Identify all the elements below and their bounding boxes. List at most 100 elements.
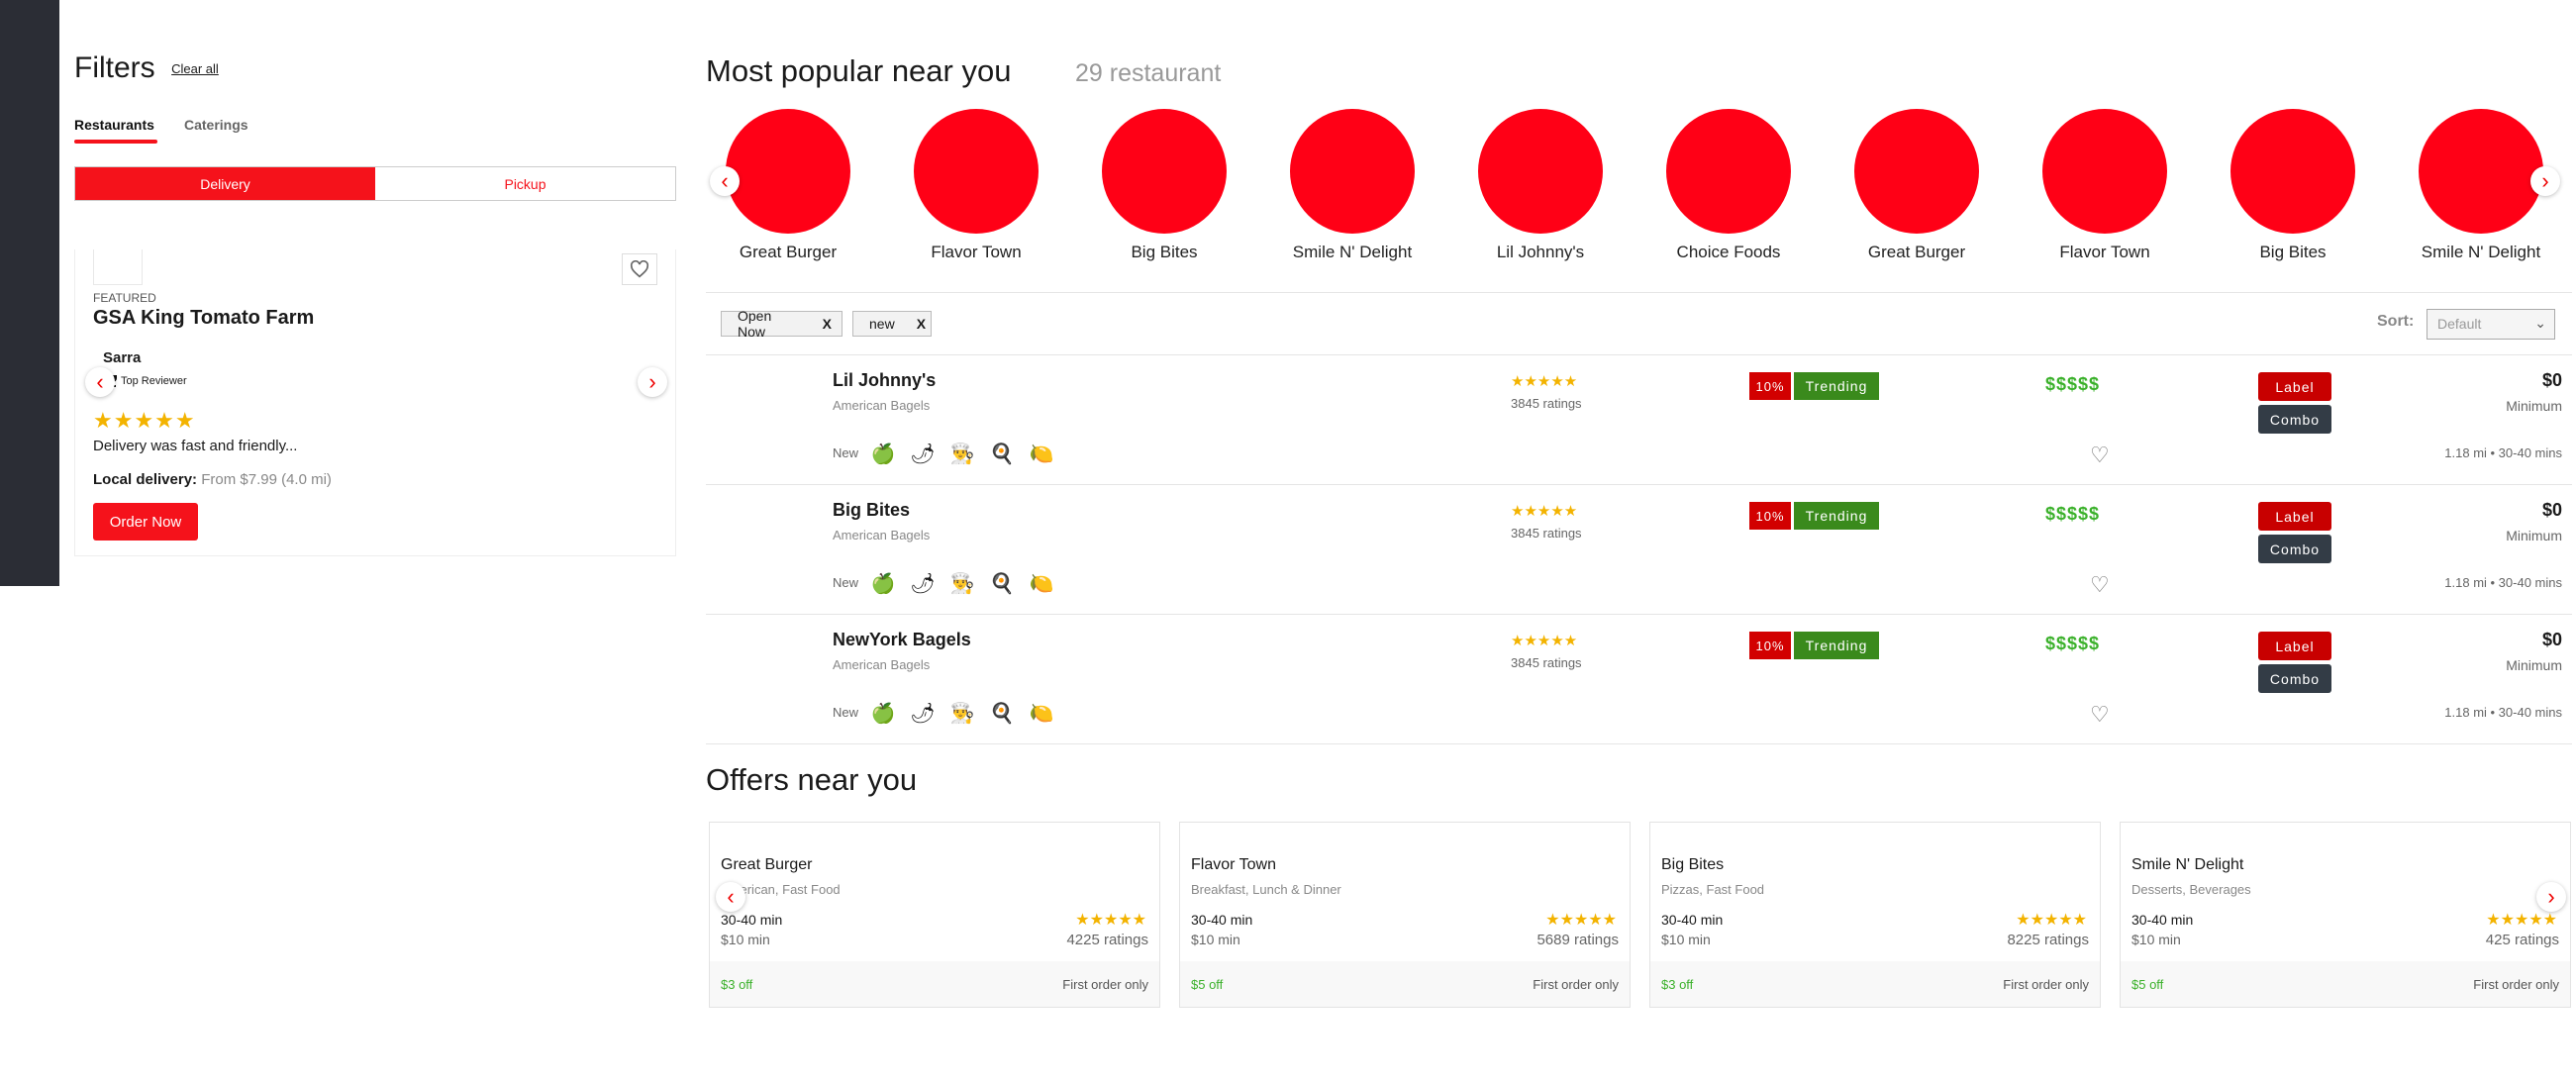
popular-item-label: Flavor Town [931, 243, 1022, 261]
review-prev-arrow[interactable]: ‹ [85, 367, 115, 397]
top-reviewer-badge: Top Reviewer [107, 374, 187, 387]
filters-title: Filters [74, 51, 155, 84]
offer-card[interactable]: Great Burger American, Fast Food 30-40 m… [709, 822, 1160, 1008]
restaurant-row[interactable]: NewYork Bagels American Bagels New 🍏 🌶 👨‍🍳… [706, 616, 2572, 744]
offer-time: 30-40 min [1661, 912, 1724, 928]
popular-item-label: Big Bites [2259, 243, 2327, 261]
active-tab-underline [74, 140, 157, 144]
restaurant-logo [2419, 109, 2543, 234]
combo-badge: Combo [2258, 664, 2331, 693]
first-order-note: First order only [1533, 977, 1619, 992]
offer-discount: $5 off [1191, 977, 1224, 992]
popular-title: Most popular near you [706, 53, 1012, 88]
popular-prev-arrow[interactable]: ‹ [710, 166, 740, 196]
offers-title: Offers near you [706, 762, 918, 797]
lemon-icon: 🍋 [1029, 572, 1054, 595]
offer-stars: ★★★★★ [2486, 912, 2557, 929]
restaurant-row[interactable]: Lil Johnny's American Bagels New 🍏 🌶 👨‍🍳 🍳 🍋… [706, 356, 2572, 485]
favorite-button[interactable] [622, 253, 657, 285]
favorite-heart-icon[interactable]: ♡ [2090, 572, 2110, 598]
ratings-count: 3845 ratings [1511, 526, 1582, 541]
offer-stars: ★★★★★ [1075, 912, 1146, 929]
rating-stars: ★★★★★ [1511, 373, 1578, 390]
tab-caterings[interactable]: Caterings [184, 117, 248, 133]
new-label: New [833, 705, 859, 720]
popular-item-label: Great Burger [739, 243, 838, 261]
offer-card[interactable]: Big Bites Pizzas, Fast Food 30-40 min $1… [1649, 822, 2101, 1008]
offer-cuisine: Pizzas, Fast Food [1661, 882, 1765, 897]
chevron-right-icon: › [2541, 168, 2549, 193]
minimum-label: Minimum [2506, 657, 2562, 673]
offer-minimum: $10 min [721, 932, 770, 947]
offer-restaurant-name: Flavor Town [1191, 856, 1276, 873]
popular-item[interactable]: Flavor Town [882, 109, 1070, 262]
popular-item[interactable]: Smile N' Delight [1258, 109, 1446, 262]
first-order-note: First order only [2003, 977, 2089, 992]
popular-next-arrow[interactable]: › [2530, 166, 2560, 196]
trending-badge: Trending [1794, 632, 1879, 659]
popular-item[interactable]: Big Bites [1070, 109, 1258, 262]
local-delivery-info: Local delivery: From $7.99 (4.0 mi) [93, 471, 332, 488]
lime-icon: 🍏 [870, 702, 896, 725]
review-text: Delivery was fast and friendly... [93, 438, 298, 454]
chevron-left-icon: ‹ [727, 884, 735, 909]
offer-discount: $5 off [2131, 977, 2164, 992]
restaurant-logo [726, 109, 850, 234]
sort-value: Default [2437, 316, 2482, 332]
offer-discount: $3 off [1661, 977, 1694, 992]
popular-item[interactable]: Big Bites [2199, 109, 2387, 262]
lemon-icon: 🍋 [1029, 443, 1054, 465]
restaurant-count: 29 restaurant [1075, 59, 1222, 87]
fried-egg-icon: 🍳 [989, 702, 1015, 725]
fried-egg-icon: 🍳 [989, 572, 1015, 595]
chevron-left-icon: ‹ [96, 369, 104, 394]
first-order-note: First order only [2473, 977, 2559, 992]
chili-icon: 🌶 [910, 443, 936, 465]
favorite-heart-icon[interactable]: ♡ [2090, 443, 2110, 468]
offers-prev-arrow[interactable]: ‹ [716, 882, 745, 912]
sidebar [0, 0, 59, 586]
offers-next-arrow[interactable]: › [2536, 882, 2566, 912]
popular-item[interactable]: Flavor Town [2011, 109, 2199, 262]
restaurant-row[interactable]: Big Bites American Bagels New 🍏 🌶 👨‍🍳 🍳 🍋 ★★… [706, 486, 2572, 615]
popular-item[interactable]: Choice Foods [1635, 109, 1823, 262]
popular-item[interactable]: Great Burger [1823, 109, 2011, 262]
filter-chip-new[interactable]: new X [852, 311, 932, 337]
popular-item-label: Smile N' Delight [2421, 243, 2541, 261]
tab-restaurants[interactable]: Restaurants [74, 117, 154, 133]
pickup-button[interactable]: Pickup [375, 167, 675, 200]
review-next-arrow[interactable]: › [638, 367, 667, 397]
divider [706, 614, 2572, 615]
offer-card[interactable]: Flavor Town Breakfast, Lunch & Dinner 30… [1179, 822, 1631, 1008]
delivery-fee: $0 [2541, 630, 2562, 649]
filter-chip-open-now[interactable]: Open Now X [721, 308, 842, 340]
favorite-heart-icon[interactable]: ♡ [2090, 702, 2110, 728]
restaurant-logo [2230, 109, 2355, 234]
chevron-right-icon: › [2547, 884, 2555, 909]
clear-all-link[interactable]: Clear all [171, 61, 219, 76]
combo-badge: Combo [2258, 405, 2331, 434]
price-level: $$$$$ [2045, 634, 2101, 653]
delivery-pickup-toggle: Delivery Pickup [74, 166, 676, 201]
offer-time: 30-40 min [2131, 912, 2194, 928]
new-label: New [833, 445, 859, 460]
delivery-fee: $0 [2541, 500, 2562, 520]
offer-ratings: 5689 ratings [1536, 932, 1619, 948]
sort-select[interactable]: Default ⌄ [2427, 309, 2555, 340]
order-now-button[interactable]: Order Now [93, 503, 198, 541]
minimum-label: Minimum [2506, 528, 2562, 543]
restaurant-name: NewYork Bagels [833, 630, 971, 649]
popular-item-label: Great Burger [1867, 243, 1966, 261]
delivery-button[interactable]: Delivery [75, 167, 375, 200]
popular-item[interactable]: Lil Johnny's [1446, 109, 1635, 262]
new-label: New [833, 575, 859, 590]
restaurant-name: Big Bites [833, 500, 911, 520]
close-icon[interactable]: X [823, 316, 832, 332]
discount-badge: 10% [1749, 632, 1791, 659]
chip-label: new [869, 316, 895, 332]
fried-egg-icon: 🍳 [989, 443, 1015, 465]
lime-icon: 🍏 [870, 443, 896, 465]
offer-restaurant-name: Big Bites [1661, 856, 1725, 873]
offer-card[interactable]: Smile N' Delight Desserts, Beverages 30-… [2120, 822, 2571, 1008]
close-icon[interactable]: X [917, 316, 926, 332]
